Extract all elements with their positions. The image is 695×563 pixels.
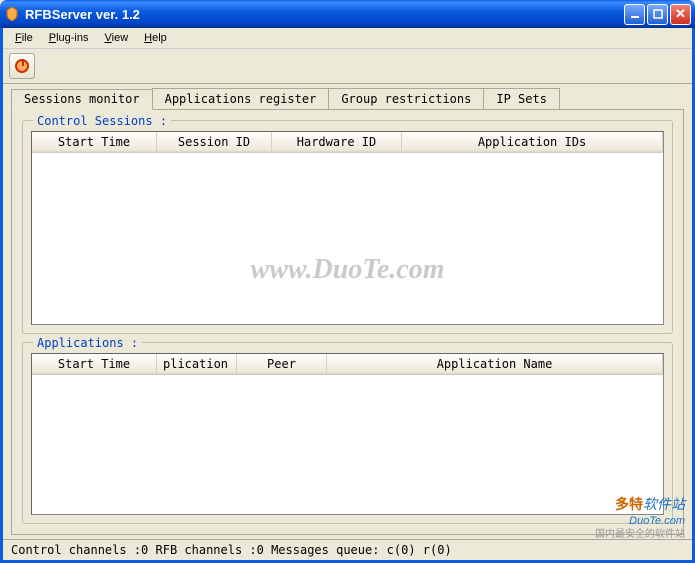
menu-file[interactable]: File xyxy=(9,30,39,46)
tab-sessions-monitor[interactable]: Sessions monitor xyxy=(11,89,153,110)
col-app-start-time[interactable]: Start Time xyxy=(32,354,157,374)
col-app-id[interactable]: plication I xyxy=(157,354,237,374)
tab-strip: Sessions monitor Applications register G… xyxy=(3,84,692,109)
tab-applications-register[interactable]: Applications register xyxy=(152,88,330,109)
applications-list[interactable]: Start Time plication I Peer Application … xyxy=(31,353,664,515)
toolbar xyxy=(3,49,692,84)
tab-ip-sets[interactable]: IP Sets xyxy=(483,88,560,109)
statusbar: Control channels :0 RFB channels :0 Mess… xyxy=(3,539,692,560)
control-sessions-title: Control Sessions : xyxy=(33,114,171,128)
applications-title: Applications : xyxy=(33,336,142,350)
window-title: RFBServer ver. 1.2 xyxy=(25,7,624,22)
app-icon xyxy=(4,6,20,22)
statusbar-text: Control channels :0 RFB channels :0 Mess… xyxy=(11,543,452,557)
minimize-button[interactable] xyxy=(624,4,645,25)
control-sessions-body xyxy=(32,153,663,325)
col-application-ids[interactable]: Application IDs xyxy=(402,132,663,152)
titlebar: RFBServer ver. 1.2 ✕ xyxy=(0,0,695,28)
window-body: File Plug-ins View Help Sessions monitor… xyxy=(0,28,695,563)
tab-group-restrictions[interactable]: Group restrictions xyxy=(328,88,484,109)
applications-group: Applications : Start Time plication I Pe… xyxy=(22,342,673,524)
col-hardware-id[interactable]: Hardware ID xyxy=(272,132,402,152)
col-app-peer[interactable]: Peer xyxy=(237,354,327,374)
applications-body xyxy=(32,375,663,515)
menu-view[interactable]: View xyxy=(99,30,135,46)
window-controls: ✕ xyxy=(624,4,691,25)
applications-header: Start Time plication I Peer Application … xyxy=(32,354,663,375)
col-app-name[interactable]: Application Name xyxy=(327,354,663,374)
power-button[interactable] xyxy=(9,53,35,79)
col-session-id[interactable]: Session ID xyxy=(157,132,272,152)
col-start-time[interactable]: Start Time xyxy=(32,132,157,152)
menu-help[interactable]: Help xyxy=(138,30,173,46)
menu-plugins[interactable]: Plug-ins xyxy=(43,30,95,46)
close-button[interactable]: ✕ xyxy=(670,4,691,25)
maximize-button[interactable] xyxy=(647,4,668,25)
control-sessions-group: Control Sessions : Start Time Session ID… xyxy=(22,120,673,334)
menubar: File Plug-ins View Help xyxy=(3,28,692,49)
control-sessions-header: Start Time Session ID Hardware ID Applic… xyxy=(32,132,663,153)
tab-content: Control Sessions : Start Time Session ID… xyxy=(11,109,684,535)
power-icon xyxy=(15,59,29,73)
control-sessions-list[interactable]: Start Time Session ID Hardware ID Applic… xyxy=(31,131,664,325)
